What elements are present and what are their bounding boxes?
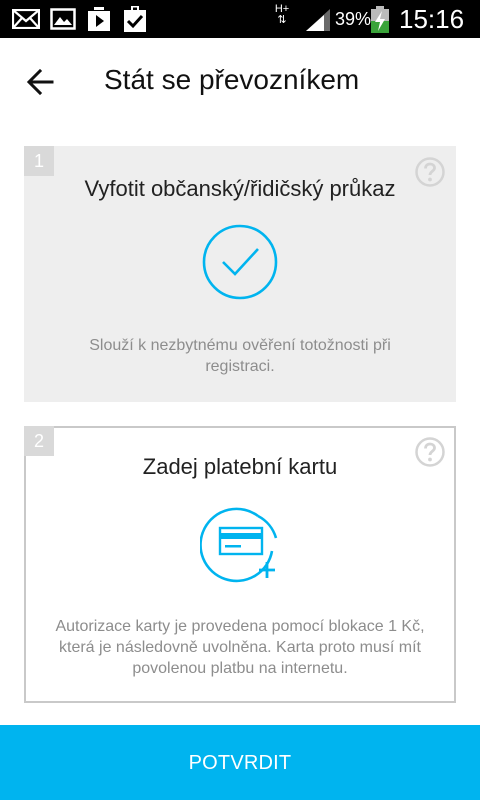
network-h-plus-icon: H+ ⇅ [273, 4, 291, 26]
step-description: Slouží k nezbytnému ověření totožnosti p… [89, 337, 391, 375]
step-card-id-photo[interactable]: 1 Vyfotit občanský/řidičský průkaz Slouž… [24, 146, 456, 402]
battery-percent: 39% [335, 9, 372, 29]
clock: 15:16 [399, 4, 465, 34]
battery-charging-icon [371, 6, 389, 33]
add-card-icon[interactable] [200, 502, 284, 586]
step-title: Zadej platební kartu [142, 454, 338, 479]
network-arrows: ⇅ [277, 14, 287, 26]
page-title: Stát se převozníkem [104, 64, 360, 95]
back-button[interactable] [20, 62, 64, 102]
step-description: Autorizace karty je provedena pomocí blo… [55, 618, 425, 677]
arrow-left-icon [26, 68, 54, 96]
mail-icon [12, 9, 40, 29]
step-card-payment[interactable]: 2 Zadej platební kartu Autorizace karty … [24, 426, 456, 703]
confirm-button[interactable]: POTVRDIT [0, 725, 480, 800]
play-store-icon [88, 7, 110, 31]
step-title: Vyfotit občanský/řidičský průkaz [84, 176, 396, 201]
step-number-badge: 2 [24, 426, 54, 456]
check-circle-icon [202, 224, 278, 300]
signal-icon [306, 9, 330, 31]
image-icon [50, 8, 76, 30]
app-header: Stát se převozníkem [0, 38, 480, 124]
status-bar: H+ ⇅ 39% 15:16 [0, 0, 480, 38]
clipboard-check-icon [124, 6, 146, 32]
step-number-badge: 1 [24, 146, 54, 176]
